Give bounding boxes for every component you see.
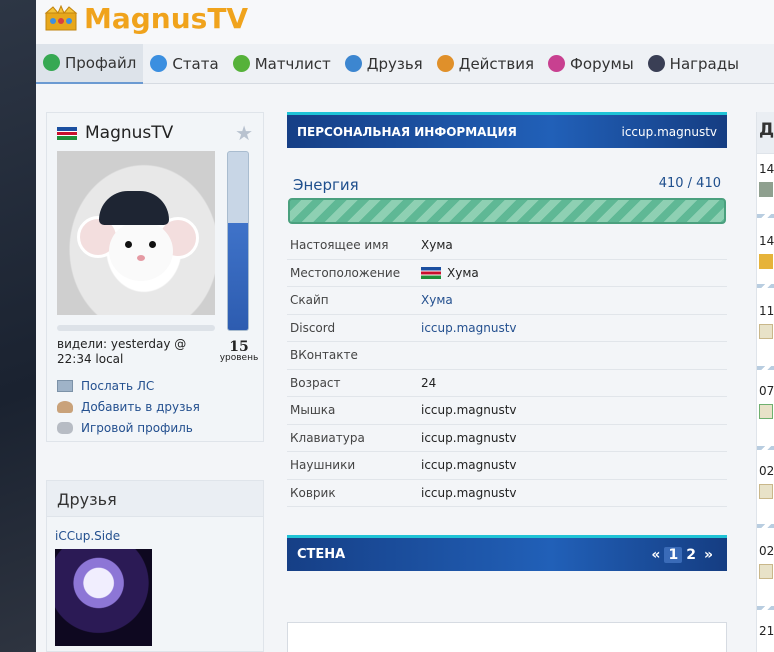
matchlist-icon	[232, 55, 250, 72]
info-row: Местоположение Хума	[287, 260, 727, 287]
activity-date: 02	[759, 544, 774, 558]
energy-bar	[288, 198, 726, 224]
recent-activity-title: Де	[757, 112, 774, 154]
activity-date: 21 А	[759, 624, 774, 638]
profile-icon	[43, 54, 60, 71]
activity-separator	[757, 524, 774, 528]
wall-banner: СТЕНА « 1 2 »	[287, 535, 727, 571]
star-icon[interactable]: ★	[235, 121, 253, 145]
profile-page: MagnusTV Профайл Стата Матчлист Друзья Д…	[36, 0, 774, 652]
pagination-page[interactable]: 1	[664, 546, 683, 563]
info-row: Скайп Хума	[287, 287, 727, 315]
info-row: Коврик iccup.magnustv	[287, 480, 727, 507]
activity-separator	[757, 214, 774, 218]
profile-name: MagnusTV	[85, 123, 174, 143]
avatar	[57, 151, 215, 315]
tab-matchlist[interactable]: Матчлист	[226, 44, 338, 84]
info-icon	[150, 55, 168, 72]
wall-pagination: « 1 2 »	[647, 546, 717, 563]
info-row: Discord iccup.magnustv	[287, 315, 727, 342]
profile-actions: Послать ЛС Добавить в друзья Игровой про…	[57, 375, 200, 438]
activity-date: 14	[759, 162, 774, 176]
document-icon	[759, 404, 773, 419]
info-row: Мышка iccup.magnustv	[287, 397, 727, 425]
last-seen: видели: yesterday @ 22:34 local	[57, 337, 187, 366]
info-row: Возраст 24	[287, 370, 727, 397]
user-add-icon	[57, 400, 73, 413]
game-profile-link[interactable]: Игровой профиль	[57, 417, 200, 438]
activity-separator	[757, 284, 774, 288]
discord-link[interactable]: iccup.magnustv	[421, 321, 517, 335]
activity-date: 07	[759, 384, 774, 398]
country-flag-icon[interactable]	[57, 126, 77, 140]
pagination-next[interactable]: »	[700, 547, 717, 563]
activity-date: 14	[759, 234, 774, 248]
gamepad-icon	[57, 421, 73, 434]
personal-info-site: iccup.magnustv	[621, 124, 718, 139]
info-row: Наушники iccup.magnustv	[287, 452, 727, 480]
tab-friends[interactable]: Друзья	[338, 44, 430, 84]
energy-label: Энергия	[293, 176, 359, 194]
activity-date: 11 М	[759, 304, 774, 318]
energy-header: Энергия 410 / 410	[287, 176, 727, 194]
level-progress-bar	[227, 151, 249, 331]
activity-separator	[757, 606, 774, 610]
tab-actions[interactable]: Действия	[430, 44, 541, 84]
crown-icon	[44, 4, 78, 30]
page-background	[0, 0, 36, 652]
add-friend-link[interactable]: Добавить в друзья	[57, 396, 200, 417]
activity-date: 02	[759, 464, 774, 478]
tab-stats[interactable]: Стата	[143, 44, 225, 84]
tab-awards[interactable]: Награды	[641, 44, 746, 84]
avatar-eye	[149, 241, 156, 248]
activity-separator	[757, 446, 774, 450]
level-label: уровень	[219, 353, 259, 363]
level-progress-fill	[228, 223, 248, 330]
info-row: Клавиатура iccup.magnustv	[287, 425, 727, 452]
friends-title: Друзья	[47, 481, 263, 517]
avatar-face	[109, 221, 173, 281]
award-icon	[759, 254, 773, 269]
personal-info-table: Настоящее имя Хума Местоположение Хума Ска…	[287, 232, 727, 507]
personal-info-banner: ПЕРСОНАЛЬНАЯ ИНФОРМАЦИЯ iccup.magnustv	[287, 112, 727, 148]
avatar-nose	[137, 255, 145, 261]
forums-icon	[548, 55, 566, 72]
tab-forums[interactable]: Форумы	[541, 44, 641, 84]
friend-name-link[interactable]: iCCup.Side	[55, 529, 120, 543]
site-title: MagnusTV	[84, 2, 249, 35]
country-flag-icon	[421, 266, 441, 279]
friends-card: Друзья iCCup.Side	[46, 480, 264, 652]
document-icon	[759, 324, 773, 339]
send-message-link[interactable]: Послать ЛС	[57, 375, 200, 396]
info-row: ВКонтакте	[287, 342, 727, 370]
pagination-page[interactable]: 2	[682, 547, 700, 563]
personal-info-title: ПЕРСОНАЛЬНАЯ ИНФОРМАЦИЯ	[297, 124, 517, 139]
info-row: Настоящее имя Хума	[287, 232, 727, 260]
site-logo[interactable]: MagnusTV	[44, 2, 248, 35]
friend-avatar[interactable]	[55, 549, 152, 646]
document-icon	[759, 484, 773, 499]
avatar-cap	[99, 191, 169, 225]
recent-activity-column: Де 14 14 11 М 07 02 02 21 А	[756, 112, 774, 652]
profile-card: MagnusTV ★ 15 уровень видели: yesterday …	[46, 112, 264, 442]
skype-link[interactable]: Хума	[421, 293, 453, 307]
header: MagnusTV	[36, 0, 774, 44]
pagination-prev[interactable]: «	[647, 547, 664, 563]
wall-title: СТЕНА	[297, 547, 346, 562]
energy-value: 410 / 410	[658, 176, 721, 191]
awards-icon	[647, 55, 665, 72]
profile-tabs: Профайл Стата Матчлист Друзья Действия Ф…	[36, 43, 774, 84]
actions-icon	[436, 55, 454, 72]
profile-header: MagnusTV	[47, 113, 263, 143]
friends-icon	[344, 55, 362, 72]
wall-input[interactable]	[287, 622, 727, 652]
avatar-strip	[57, 325, 215, 331]
avatar-eye	[125, 241, 132, 248]
activity-separator	[757, 366, 774, 370]
activity-icon	[759, 182, 773, 197]
tab-profile[interactable]: Профайл	[36, 43, 144, 84]
document-icon	[759, 564, 773, 579]
envelope-icon	[57, 379, 73, 392]
